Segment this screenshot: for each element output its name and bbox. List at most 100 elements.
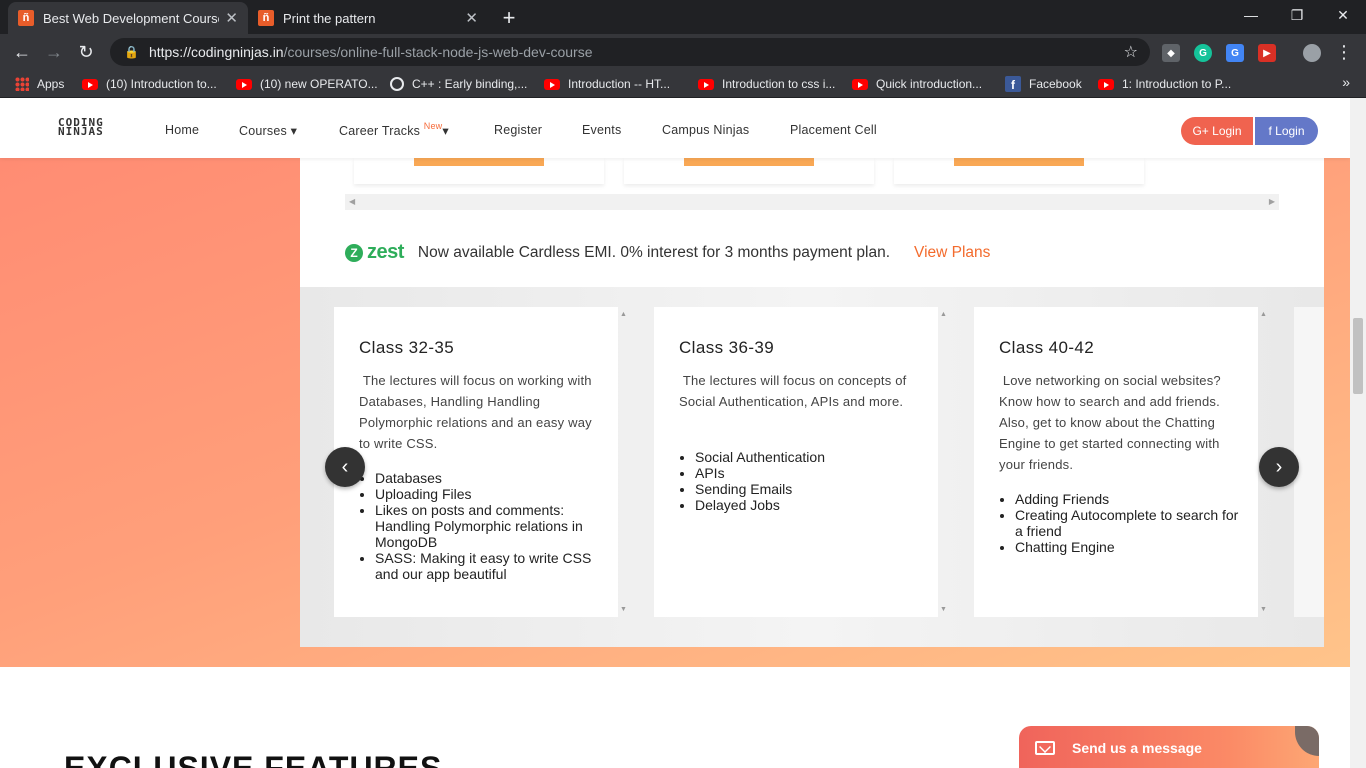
- list-item: Sending Emails: [695, 481, 923, 497]
- close-window-icon[interactable]: ✕: [1320, 0, 1366, 30]
- agent-avatar: [1295, 726, 1319, 756]
- extension-icon[interactable]: ◆: [1162, 44, 1180, 62]
- nav-placement-cell[interactable]: Placement Cell: [790, 123, 877, 137]
- zest-emi-banner: Z zest Now available Cardless EMI. 0% in…: [345, 241, 990, 264]
- tab-close-icon[interactable]: ✕: [465, 9, 478, 27]
- scroll-down-icon[interactable]: ▼: [940, 606, 947, 613]
- list-item: SASS: Making it easy to write CSS and ou…: [375, 550, 603, 582]
- minimize-icon[interactable]: —: [1228, 0, 1274, 30]
- class-description: The lectures will focus on concepts of S…: [679, 373, 911, 409]
- send-message-widget[interactable]: Send us a message: [1019, 726, 1319, 768]
- page-scrollbar-thumb[interactable]: [1353, 318, 1363, 394]
- bookmark-label: Introduction -- HT...: [568, 77, 671, 91]
- scroll-down-icon[interactable]: ▼: [620, 606, 627, 613]
- bookmark-label: Apps: [37, 77, 65, 91]
- reload-icon[interactable]: ↻: [74, 40, 98, 64]
- class-carousel: Class 32-35 The lectures will focus on w…: [300, 287, 1324, 647]
- card-scrollbar[interactable]: ▲ ▼: [938, 307, 950, 617]
- class-card: Class 40-42 Love networking on social we…: [974, 307, 1267, 617]
- grammarly-icon[interactable]: G: [1194, 44, 1212, 62]
- class-card: Class 36-39 The lectures will focus on c…: [654, 307, 947, 617]
- zest-offer-text: Now available Cardless EMI. 0% interest …: [417, 243, 891, 261]
- card-scrollbar[interactable]: ▲ ▼: [618, 307, 630, 617]
- google-login-button[interactable]: G+ Login: [1181, 117, 1253, 145]
- tab-inactive[interactable]: ñ Print the pattern ✕: [248, 2, 488, 34]
- nav-home[interactable]: Home: [165, 123, 199, 137]
- bookmark-item[interactable]: (10) Introduction to...: [82, 76, 217, 92]
- zest-brand: zest: [367, 241, 404, 263]
- top-card-button[interactable]: [414, 158, 544, 166]
- browser-tab-bar: ñ Best Web Development Course C ✕ ñ Prin…: [0, 0, 1366, 34]
- profile-avatar[interactable]: [1303, 44, 1321, 62]
- list-item: Creating Autocomplete to search for a fr…: [1015, 507, 1243, 539]
- bookmarks-overflow-icon[interactable]: »: [1342, 74, 1350, 90]
- restore-icon[interactable]: ❐: [1274, 0, 1320, 30]
- bookmark-star-icon[interactable]: ☆: [1124, 42, 1138, 62]
- url-text: https://codingninjas.in/courses/online-f…: [148, 44, 593, 60]
- tab-active[interactable]: ñ Best Web Development Course C ✕: [8, 2, 248, 34]
- list-item: Chatting Engine: [1015, 539, 1243, 555]
- scroll-up-icon[interactable]: ▲: [620, 311, 627, 318]
- scroll-up-icon[interactable]: ▲: [940, 311, 947, 318]
- video-extension-icon[interactable]: ▶: [1258, 44, 1276, 62]
- top-card: [354, 158, 604, 184]
- scroll-left-icon[interactable]: ◀: [349, 197, 355, 206]
- page-viewport: ◀ ▶ Z zest Now available Cardless EMI. 0…: [0, 98, 1350, 768]
- nav-career-tracks-label: Career Tracks: [339, 124, 421, 138]
- youtube-icon: [852, 78, 868, 90]
- tab-title: Print the pattern: [283, 10, 376, 26]
- bookmark-label: Facebook: [1029, 77, 1082, 91]
- youtube-icon: [544, 78, 560, 90]
- carousel-prev-button[interactable]: ‹: [325, 447, 365, 487]
- youtube-icon: [236, 78, 252, 90]
- bookmark-label: Quick introduction...: [876, 77, 983, 91]
- bookmark-label: (10) new OPERATO...: [260, 77, 378, 91]
- page-scrollbar[interactable]: [1350, 98, 1366, 768]
- tab-title: Best Web Development Course C: [43, 10, 220, 26]
- scroll-up-icon[interactable]: ▲: [1260, 311, 1267, 318]
- bookmark-item[interactable]: f Facebook: [1005, 76, 1082, 92]
- carousel-next-button[interactable]: ›: [1259, 447, 1299, 487]
- nav-career-tracks[interactable]: Career Tracks New▾: [339, 121, 449, 138]
- new-tab-button[interactable]: +: [496, 5, 522, 31]
- scroll-down-icon[interactable]: ▼: [1260, 606, 1267, 613]
- back-icon[interactable]: ←: [10, 40, 34, 64]
- scroll-right-icon[interactable]: ▶: [1269, 197, 1275, 206]
- bookmark-apps[interactable]: Apps: [15, 76, 64, 92]
- tab-close-icon[interactable]: ✕: [225, 9, 238, 27]
- bookmark-item[interactable]: (10) new OPERATO...: [236, 76, 378, 92]
- coding-ninjas-logo[interactable]: CODING NINJAS: [58, 117, 104, 138]
- bookmark-item[interactable]: C++ : Early binding,...: [390, 76, 527, 92]
- bookmark-item[interactable]: Introduction -- HT...: [544, 76, 670, 92]
- chevron-right-icon: ›: [1275, 455, 1283, 478]
- nav-register[interactable]: Register: [494, 123, 542, 137]
- coding-ninjas-favicon-icon: ñ: [258, 10, 274, 26]
- nav-courses[interactable]: Courses ▾: [239, 123, 297, 138]
- top-card-button[interactable]: [684, 158, 814, 166]
- nav-events[interactable]: Events: [582, 123, 621, 137]
- menu-dots-icon[interactable]: ⋮: [1332, 40, 1356, 64]
- nav-campus-ninjas[interactable]: Campus Ninjas: [662, 123, 749, 137]
- bookmark-item[interactable]: 1: Introduction to P...: [1098, 76, 1231, 92]
- site-header: CODING NINJAS Home Courses ▾ Career Trac…: [0, 98, 1350, 158]
- forward-icon[interactable]: →: [42, 40, 66, 64]
- translate-icon[interactable]: G: [1226, 44, 1244, 62]
- top-card: [624, 158, 874, 184]
- chevron-down-icon: ▾: [442, 124, 449, 138]
- list-item: Databases: [375, 470, 603, 486]
- class-topic-list: Adding Friends Creating Autocomplete to …: [1015, 491, 1243, 555]
- address-bar[interactable]: 🔒 https://codingninjas.in/courses/online…: [110, 38, 1150, 66]
- bookmark-label: C++ : Early binding,...: [412, 77, 528, 91]
- facebook-icon: f: [1005, 76, 1021, 92]
- envelope-icon: [1035, 741, 1055, 755]
- facebook-login-button[interactable]: f Login: [1255, 117, 1318, 145]
- bookmark-item[interactable]: Introduction to css i...: [698, 76, 835, 92]
- nav-courses-label: Courses: [239, 124, 287, 138]
- top-card-button[interactable]: [954, 158, 1084, 166]
- globe-icon: [390, 77, 404, 91]
- apps-icon: [15, 77, 29, 91]
- logo-line-2: NINJAS: [58, 125, 104, 138]
- horizontal-scrollbar[interactable]: ◀ ▶: [345, 194, 1279, 210]
- bookmark-item[interactable]: Quick introduction...: [852, 76, 982, 92]
- view-plans-link[interactable]: View Plans: [914, 244, 990, 262]
